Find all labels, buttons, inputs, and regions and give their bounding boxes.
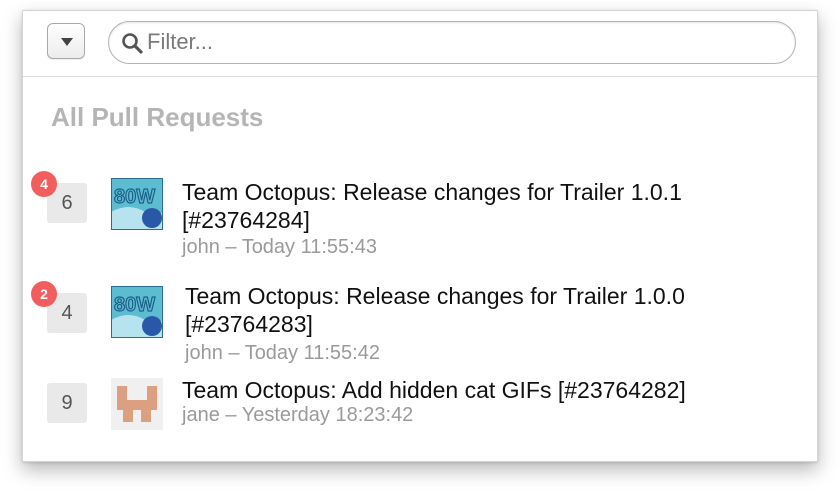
section-title: All Pull Requests: [51, 102, 264, 132]
triangle-down-icon: [61, 38, 73, 46]
pull-request-row[interactable]: 6 4 80W Team Octopus: Release changes fo…: [23, 168, 817, 258]
pull-request-row[interactable]: 9 Team Octopus: Add hidden cat GIFs [#23…: [23, 374, 817, 444]
toolbar: [23, 11, 817, 77]
magnifier-icon: [122, 33, 143, 54]
menu-button[interactable]: [47, 23, 85, 59]
pr-subtitle: john – Today 11:55:43: [182, 236, 377, 258]
svg-text:80W: 80W: [114, 294, 155, 316]
avatar: [111, 378, 163, 430]
pull-requests-window: All Pull Requests 6 4 80W Team Octopus: …: [22, 10, 818, 462]
avatar: 80W: [111, 178, 163, 230]
pr-title: Team Octopus: Release changes for Traile…: [182, 179, 682, 233]
new-comments-badge: 4: [31, 171, 57, 197]
new-comments-badge: 2: [31, 281, 57, 307]
svg-text:80W: 80W: [114, 186, 155, 208]
pr-title: Team Octopus: Release changes for Traile…: [185, 283, 685, 337]
pr-subtitle: john – Today 11:55:42: [185, 342, 380, 364]
search-input[interactable]: [147, 28, 767, 56]
comment-count: 9: [47, 383, 87, 423]
pull-request-row[interactable]: 4 2 80W Team Octopus: Release changes fo…: [23, 276, 817, 366]
pr-title: Team Octopus: Add hidden cat GIFs [#2376…: [182, 377, 686, 403]
avatar: 80W: [111, 286, 163, 338]
search-field[interactable]: [108, 21, 796, 64]
pr-subtitle: jane – Yesterday 18:23:42: [182, 404, 414, 426]
